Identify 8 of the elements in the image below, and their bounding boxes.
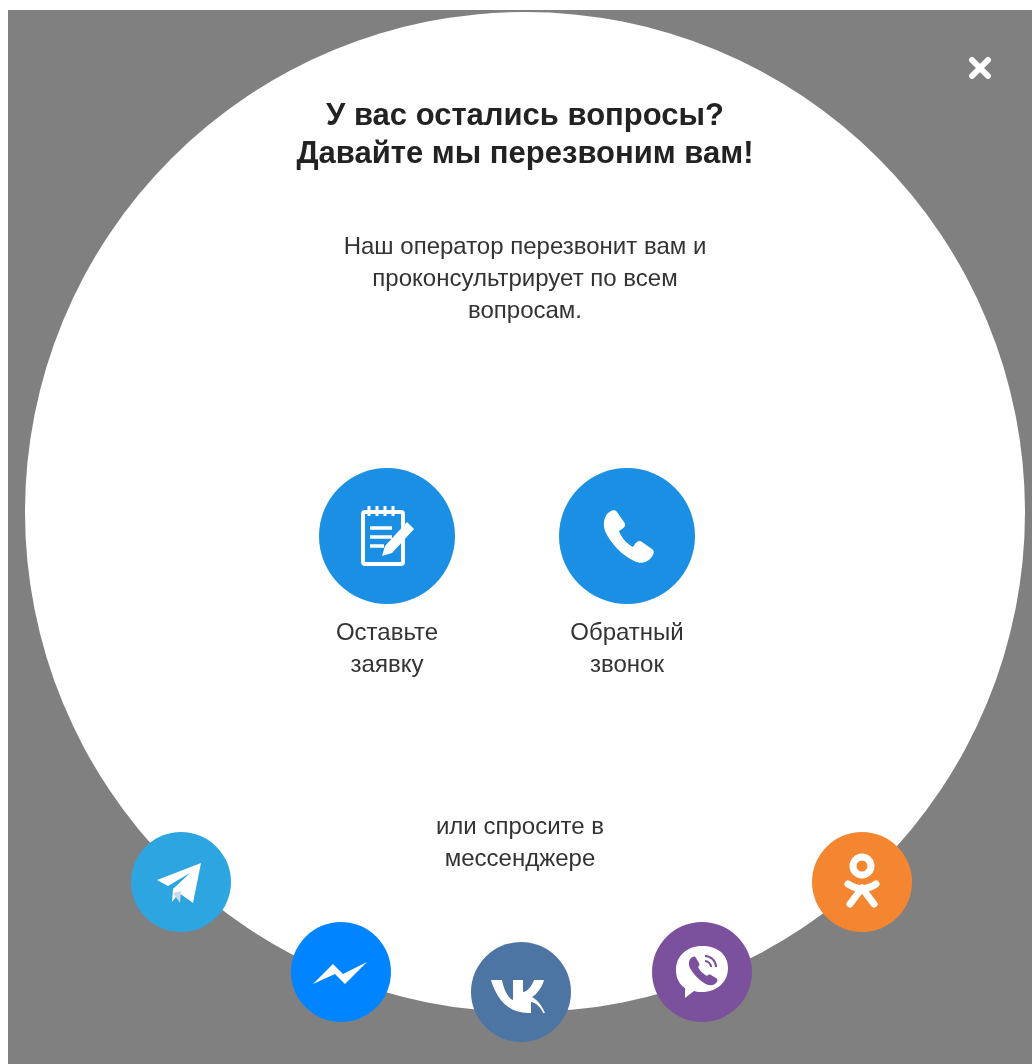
notepad-pencil-icon bbox=[319, 468, 455, 604]
callback-button[interactable]: Обратный звонок bbox=[559, 468, 695, 680]
popup-title: У вас остались вопросы? Давайте мы перезвоним вам! bbox=[295, 96, 755, 172]
phone-icon bbox=[559, 468, 695, 604]
description-text: Наш оператор перезвонит вам и проконсультрирует по всем вопросам. bbox=[342, 231, 708, 325]
request-button[interactable]: Оставьте заявку bbox=[319, 468, 455, 680]
messenger-prompt: или спросите в мессенджере bbox=[434, 811, 606, 873]
close-icon[interactable] bbox=[966, 54, 994, 82]
